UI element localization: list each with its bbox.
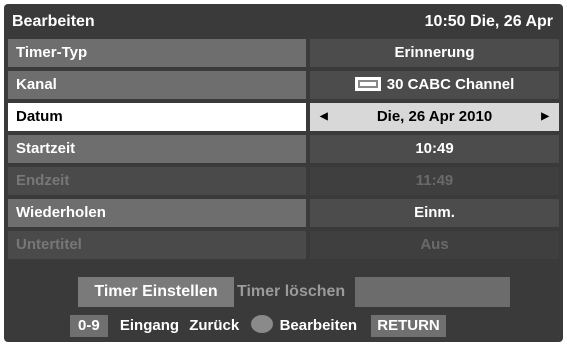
delete-timer-button[interactable]: Timer löschen (235, 277, 357, 307)
row-value: 30 CABC Channel (310, 71, 559, 99)
row-label: Startzeit (8, 135, 306, 163)
page-title: Bearbeiten (12, 13, 95, 30)
row-label: Timer-Typ (8, 39, 306, 67)
left-arrow-icon[interactable]: ◀ (320, 103, 328, 131)
input-label: Eingang (119, 317, 180, 334)
row-channel[interactable]: Kanal 30 CABC Channel (8, 71, 559, 99)
row-subtitles: Untertitel Aus (8, 231, 559, 259)
row-label: Untertitel (8, 231, 306, 259)
row-value: 11:49 (310, 167, 559, 195)
row-label: Endzeit (8, 167, 306, 195)
footer-help: 0-9 Eingang Zurück Bearbeiten RETURN (70, 315, 446, 337)
row-value: Aus (310, 231, 559, 259)
row-timer-type[interactable]: Timer-Typ Erinnerung (8, 39, 559, 67)
edit-label: Bearbeiten (279, 317, 358, 334)
empty-button-slot (355, 277, 510, 307)
row-date[interactable]: Datum ◀ Die, 26 Apr 2010 ▶ (8, 103, 559, 131)
tv-channel-icon (354, 77, 381, 91)
nav-wheel-icon (251, 315, 274, 333)
row-label: Datum (8, 103, 306, 131)
channel-name: 30 CABC Channel (386, 76, 515, 93)
row-end-time: Endzeit 11:49 (8, 167, 559, 195)
clock-date: 10:50 Die, 26 Apr (424, 13, 553, 30)
date-value: Die, 26 Apr 2010 (376, 108, 493, 125)
return-key: RETURN (371, 315, 446, 337)
row-value: Erinnerung (310, 39, 559, 67)
key-0-9: 0-9 (70, 315, 108, 337)
tv-screen: Bearbeiten 10:50 Die, 26 Apr Timer-Typ E… (0, 0, 567, 346)
row-value: ◀ Die, 26 Apr 2010 ▶ (310, 103, 559, 131)
row-start-time[interactable]: Startzeit 10:49 (8, 135, 559, 163)
back-label: Zurück (189, 317, 240, 334)
row-repeat[interactable]: Wiederholen Einm. (8, 199, 559, 227)
right-arrow-icon[interactable]: ▶ (541, 103, 549, 131)
row-label: Kanal (8, 71, 306, 99)
set-timer-button[interactable]: Timer Einstellen (78, 277, 234, 307)
row-value: Einm. (310, 199, 559, 227)
row-label: Wiederholen (8, 199, 306, 227)
row-value: 10:49 (310, 135, 559, 163)
